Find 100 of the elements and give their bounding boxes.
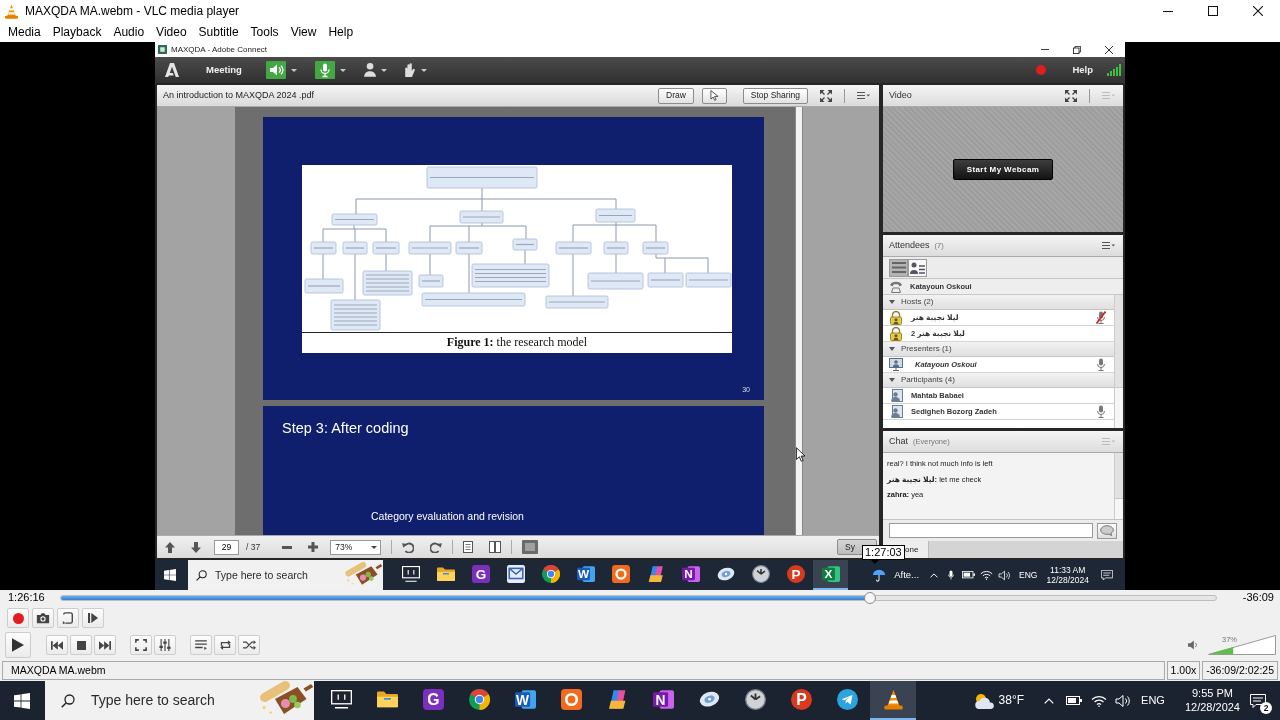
search-field[interactable]: Type here to search (215, 568, 341, 582)
menu-icon[interactable] (1102, 242, 1115, 249)
send-button[interactable] (1097, 522, 1117, 539)
rotate-right-icon[interactable] (430, 541, 443, 553)
playlist-button[interactable] (190, 635, 212, 655)
chevron-up-icon[interactable] (1044, 697, 1055, 704)
notification-icon[interactable] (1250, 693, 1266, 708)
microphone-button[interactable] (314, 61, 346, 79)
taskbar-app-button[interactable]: P (778, 560, 813, 590)
taskbar-app-button[interactable]: G (410, 681, 456, 720)
group-header[interactable]: Presenters (1) (883, 342, 1114, 357)
volume-icon[interactable] (1115, 693, 1132, 708)
volume-slider[interactable] (1208, 635, 1276, 655)
menu-item[interactable]: Video (150, 23, 193, 41)
clock-time[interactable]: 11:33 AM (1050, 564, 1086, 575)
clock-date[interactable]: 12/28/2024 (1184, 700, 1240, 714)
scrollbar-thumb[interactable] (1115, 295, 1123, 389)
taskbar-app-button[interactable]: X (813, 560, 848, 590)
wifi-icon[interactable] (980, 570, 994, 580)
detail-view-button[interactable] (908, 258, 927, 277)
menu-item[interactable]: Help (322, 23, 360, 41)
weather-icon[interactable] (872, 568, 887, 582)
start-webcam-button[interactable]: Start My Webcam (953, 159, 1053, 180)
stop-button[interactable] (70, 635, 92, 655)
clock-date[interactable]: 12/28/2024 (1046, 575, 1089, 586)
battery-icon[interactable] (962, 571, 976, 579)
page-field[interactable]: 29 (214, 539, 239, 555)
chevron-up-icon[interactable] (930, 572, 939, 578)
up-arrow-icon[interactable] (165, 541, 175, 553)
play-button[interactable] (5, 632, 31, 658)
seek-slider[interactable] (60, 592, 1217, 604)
pod-button[interactable]: Stop Sharing (742, 87, 808, 104)
taskbar-app-button[interactable]: N (673, 560, 708, 590)
zoom-in-icon[interactable] (308, 542, 319, 552)
hand-button[interactable] (405, 61, 427, 79)
seek-handle[interactable] (863, 592, 876, 604)
menu-item[interactable]: Audio (107, 23, 151, 41)
volume-icon[interactable] (1188, 640, 1198, 650)
menu-item[interactable]: Subtitle (192, 23, 245, 41)
two-page-icon[interactable] (489, 541, 502, 553)
meeting-menu[interactable]: Meeting (206, 64, 242, 76)
menu-item[interactable]: View (284, 23, 323, 41)
shuffle-button[interactable] (238, 635, 260, 655)
taskbar-app-button[interactable]: W (502, 681, 548, 720)
loop-button[interactable] (214, 635, 236, 655)
weather-text[interactable]: 38°F (998, 693, 1025, 708)
pod-button[interactable]: Draw (658, 87, 694, 104)
menu-item[interactable]: Playback (46, 23, 108, 41)
menu-icon[interactable] (857, 92, 870, 99)
help-menu[interactable]: Help (1072, 64, 1093, 76)
list-view-button[interactable] (889, 258, 908, 277)
snapshot-button[interactable] (32, 608, 54, 628)
extended-settings-button[interactable] (154, 635, 176, 655)
record-button[interactable] (7, 608, 29, 628)
taskbar-app-button[interactable]: G (463, 560, 498, 590)
pointer-button[interactable] (701, 87, 727, 104)
fullscreen-button[interactable] (130, 635, 152, 655)
search-field[interactable]: Type here to search (91, 692, 254, 709)
weather-text[interactable]: Afte... (894, 569, 920, 581)
zoom-dropdown[interactable]: 73% (330, 539, 382, 555)
square-icon[interactable] (522, 540, 539, 554)
wifi-icon[interactable] (1091, 694, 1108, 707)
weather-icon[interactable] (972, 691, 995, 710)
rotate-left-icon[interactable] (402, 541, 415, 553)
next-button[interactable] (94, 635, 116, 655)
microphone-icon[interactable] (948, 570, 955, 580)
playback-speed[interactable]: 1.00x (1166, 661, 1201, 680)
zoom-out-icon[interactable] (282, 545, 293, 549)
scrollbar[interactable] (795, 107, 803, 535)
clock-time[interactable]: 9:55 PM (1192, 687, 1233, 701)
battery-icon[interactable] (1066, 696, 1083, 705)
language-indicator[interactable]: ENG (1019, 569, 1038, 581)
ab-loop-button[interactable] (57, 608, 79, 628)
search-box[interactable]: Type here to search (45, 681, 314, 720)
group-header[interactable]: Hosts (2) (883, 295, 1114, 310)
taskbar-app-button[interactable]: W (568, 560, 603, 590)
single-page-icon[interactable] (463, 541, 474, 553)
scrollbar-thumb[interactable] (1115, 453, 1123, 500)
taskbar-app-button[interactable]: N (640, 681, 686, 720)
language-indicator[interactable]: ENG (1141, 693, 1165, 708)
menu-item[interactable]: Media (2, 23, 47, 41)
taskbar-app-button[interactable]: P (778, 681, 824, 720)
volume-icon[interactable] (998, 569, 1012, 581)
menu-item[interactable]: Tools (244, 23, 285, 41)
person-icon (889, 405, 903, 418)
previous-button[interactable] (46, 635, 68, 655)
fullscreen-icon[interactable] (1065, 89, 1077, 102)
chat-input[interactable] (889, 523, 1093, 538)
fullscreen-icon[interactable] (820, 89, 832, 102)
taskbar-app-button[interactable] (870, 681, 916, 720)
speaker-button[interactable] (265, 61, 297, 79)
down-arrow-icon[interactable] (191, 541, 201, 553)
group-header[interactable]: Participants (4) (883, 373, 1114, 388)
person-button[interactable] (363, 61, 387, 79)
file-name: MAXQDA MA.webm (2, 661, 1165, 680)
scrollbar[interactable] (1114, 295, 1123, 428)
search-box[interactable]: Type here to search (188, 560, 383, 590)
notification-icon[interactable] (1101, 569, 1113, 581)
scrollbar[interactable] (1114, 453, 1123, 519)
frame-step-button[interactable] (82, 608, 104, 628)
